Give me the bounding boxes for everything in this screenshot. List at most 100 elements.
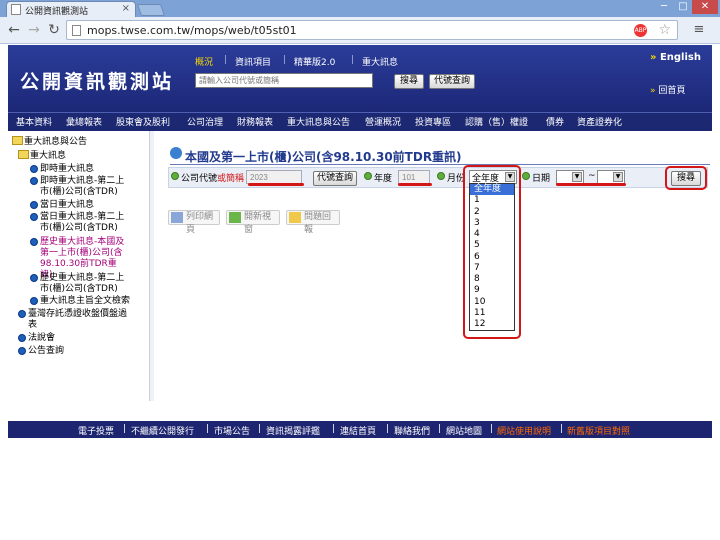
footer-disclosure-rating[interactable]: 資訊揭露評鑑	[266, 424, 320, 437]
separator: |	[224, 55, 228, 65]
field-marker-icon	[364, 172, 372, 180]
separator: |	[332, 424, 336, 434]
highlight-underline	[248, 183, 304, 186]
nav-shareholders-dividends[interactable]: 股東會及股利	[116, 115, 170, 128]
year-label: 年度	[374, 174, 393, 184]
code-query-button[interactable]: 代號查詢	[313, 171, 357, 186]
report-label: 問題回報	[304, 212, 332, 235]
year-input[interactable]	[398, 170, 430, 184]
page-title: 本國及第一上市(櫃)公司(含98.10.30前TDR重訊)	[185, 150, 462, 164]
sidebar-item-announcements[interactable]: 公告查詢	[28, 346, 64, 357]
back-arrow-icon[interactable]: ←	[6, 22, 22, 38]
nav-warrants[interactable]: 認購（售）權證	[465, 115, 528, 128]
company-label-b: 或簡稱	[217, 174, 245, 184]
print-page-button[interactable]: 列印網頁	[168, 210, 220, 235]
link-essentials[interactable]: 精華版2.0	[294, 55, 335, 68]
english-link[interactable]: » English	[650, 52, 701, 63]
bullet-icon	[30, 238, 38, 246]
link-info-items[interactable]: 資訊項目	[235, 55, 271, 68]
title-divider	[170, 164, 710, 165]
sidebar-item-today-second[interactable]: 當日重大訊息-第二上市(櫃)公司(含TDR)	[40, 212, 128, 234]
highlight-underline	[398, 183, 432, 186]
dropdown-arrow-icon: ▼	[613, 172, 623, 182]
close-window-button[interactable]: ✕	[692, 0, 718, 14]
bullet-icon	[30, 213, 38, 221]
report-issue-button[interactable]: 問題回報	[286, 210, 340, 235]
highlight-underline	[556, 183, 626, 186]
globe-icon	[170, 147, 182, 159]
header-code-query-button[interactable]: 代號查詢	[429, 74, 475, 89]
home-link[interactable]: » 回首頁	[650, 83, 685, 96]
nav-financial-statements[interactable]: 財務報表	[237, 115, 273, 128]
bullet-icon	[18, 334, 26, 342]
site-logo[interactable]: 公開資訊觀測站	[20, 67, 174, 94]
page-favicon-icon	[11, 4, 21, 15]
nav-summary-reports[interactable]: 彙總報表	[66, 115, 102, 128]
sidebar-item-history-second[interactable]: 歷史重大訊息-第二上市(櫃)公司(含TDR)	[40, 273, 128, 295]
nav-basic-info[interactable]: 基本資料	[16, 115, 52, 128]
home-label: 回首頁	[658, 86, 686, 96]
company-search-input[interactable]	[195, 73, 373, 88]
date-end-select[interactable]: ▼	[597, 170, 625, 184]
sidebar-root[interactable]: 重大訊息與公告	[24, 137, 87, 148]
sidebar-item-investor-conf[interactable]: 法說會	[28, 333, 55, 344]
separator: |	[386, 424, 390, 434]
sidebar-collapse-handle[interactable]	[149, 131, 154, 401]
date-label: 日期	[532, 174, 551, 184]
footer-link-home[interactable]: 連結首頁	[340, 424, 376, 437]
nav-investment[interactable]: 投資專區	[415, 115, 451, 128]
tab-close-icon[interactable]: ×	[122, 3, 130, 14]
browser-menu-icon[interactable]: ≡	[690, 22, 708, 38]
browser-tab[interactable]: 公開資訊觀測站 ×	[6, 1, 136, 17]
maximize-button[interactable]: □	[674, 0, 692, 14]
footer-sitemap[interactable]: 網站地圖	[446, 424, 482, 437]
nav-securitization[interactable]: 資產證券化	[577, 115, 622, 128]
footer-contact[interactable]: 聯絡我們	[394, 424, 430, 437]
sidebar-item-today[interactable]: 當日重大訊息	[40, 200, 140, 211]
separator: |	[123, 424, 127, 434]
link-material-info[interactable]: 重大訊息	[362, 55, 398, 68]
nav-material-info[interactable]: 重大訊息與公告	[287, 115, 350, 128]
nav-corporate-governance[interactable]: 公司治理	[187, 115, 223, 128]
separator: |	[490, 424, 494, 434]
separator: |	[560, 424, 564, 434]
separator: |	[283, 55, 287, 65]
print-label: 列印網頁	[186, 212, 214, 235]
address-bar[interactable]: mops.twse.com.tw/mops/web/t05st01 ABP ☆	[66, 20, 678, 40]
company-label-a: 公司代號	[181, 174, 218, 184]
date-start-select[interactable]: ▼	[556, 170, 584, 184]
adblock-icon[interactable]: ABP	[634, 24, 647, 37]
nav-operations[interactable]: 營運概況	[365, 115, 401, 128]
sidebar-item-fulltext-search[interactable]: 重大訊息主旨全文檢索	[40, 296, 150, 307]
separator: |	[438, 424, 442, 434]
footer-market-notice[interactable]: 市場公告	[214, 424, 250, 437]
new-window-label: 開新視窗	[244, 212, 272, 235]
footer-evote[interactable]: 電子投票	[78, 424, 114, 437]
header-search-button[interactable]: 搜尋	[394, 74, 424, 89]
link-overview[interactable]: 概況	[195, 55, 213, 68]
sidebar-item-realtime-second[interactable]: 即時重大訊息-第二上市(櫃)公司(含TDR)	[40, 176, 128, 198]
footer-usage-guide[interactable]: 網站使用說明	[497, 424, 551, 437]
company-code-input[interactable]	[246, 170, 302, 184]
footer-discontinue[interactable]: 不繼續公開發行	[131, 424, 194, 437]
sidebar-item-tdr-table[interactable]: 臺灣存託憑證收盤價盤過表	[28, 309, 133, 331]
new-window-button[interactable]: 開新視窗	[226, 210, 280, 235]
new-tab-button[interactable]	[136, 4, 166, 16]
page-icon	[72, 25, 81, 36]
field-marker-icon	[522, 172, 530, 180]
printer-icon	[171, 212, 183, 223]
separator: |	[258, 424, 262, 434]
bullet-icon	[18, 347, 26, 355]
double-chevron-icon: »	[650, 52, 657, 63]
sidebar-item-realtime[interactable]: 即時重大訊息	[40, 164, 140, 175]
sidebar-group[interactable]: 重大訊息	[30, 151, 66, 162]
nav-bonds[interactable]: 債券	[546, 115, 564, 128]
reload-icon[interactable]: ↻	[46, 22, 62, 38]
bookmark-star-icon[interactable]: ☆	[658, 22, 671, 38]
separator: |	[206, 424, 210, 434]
minimize-button[interactable]: ─	[654, 0, 674, 14]
forward-arrow-icon[interactable]: →	[26, 22, 42, 38]
search-highlight-box	[665, 166, 707, 190]
month-highlight-box	[463, 165, 521, 339]
footer-old-new-mapping[interactable]: 新舊版項目對照	[567, 424, 630, 437]
